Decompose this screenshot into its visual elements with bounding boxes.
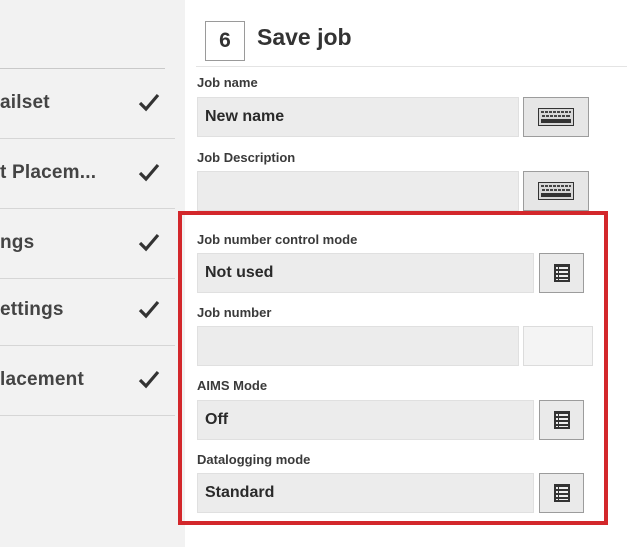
highlight-annotation-box — [178, 211, 608, 525]
header-divider — [196, 66, 627, 67]
job-description-label: Job Description — [197, 150, 296, 165]
job-name-value: New name — [205, 108, 285, 125]
sidebar-item-label: ngs — [0, 232, 35, 253]
step-number-badge: 6 — [205, 21, 245, 61]
page-title: Save job — [257, 24, 352, 50]
sidebar-item-placement[interactable]: t Placem... — [0, 139, 175, 209]
sidebar-item-railset[interactable]: ailset — [0, 69, 175, 139]
job-description-field[interactable] — [197, 171, 519, 211]
job-name-keyboard-button[interactable] — [523, 97, 589, 137]
sidebar-item-label: ettings — [0, 299, 64, 320]
sidebar-item-label: t Placem... — [0, 162, 97, 183]
sidebar-item-settings-a[interactable]: ngs — [0, 209, 175, 279]
job-name-label: Job name — [197, 75, 258, 90]
sidebar-item-label: lacement — [0, 369, 84, 390]
keyboard-icon — [538, 182, 574, 200]
sidebar-item-placement-b[interactable]: lacement — [0, 346, 175, 416]
checkmark-icon — [138, 93, 160, 112]
checkmark-icon — [138, 163, 160, 182]
step-sidebar: ailset t Placem... ngs ettings lacement — [0, 0, 185, 547]
sidebar-item-settings-b[interactable]: ettings — [0, 276, 175, 346]
checkmark-icon — [138, 233, 160, 252]
step-number: 6 — [219, 29, 231, 52]
keyboard-icon — [538, 108, 574, 126]
checkmark-icon — [138, 300, 160, 319]
job-name-field[interactable]: New name — [197, 97, 519, 137]
job-description-keyboard-button[interactable] — [523, 171, 589, 211]
checkmark-icon — [138, 370, 160, 389]
sidebar-item-label: ailset — [0, 92, 50, 113]
